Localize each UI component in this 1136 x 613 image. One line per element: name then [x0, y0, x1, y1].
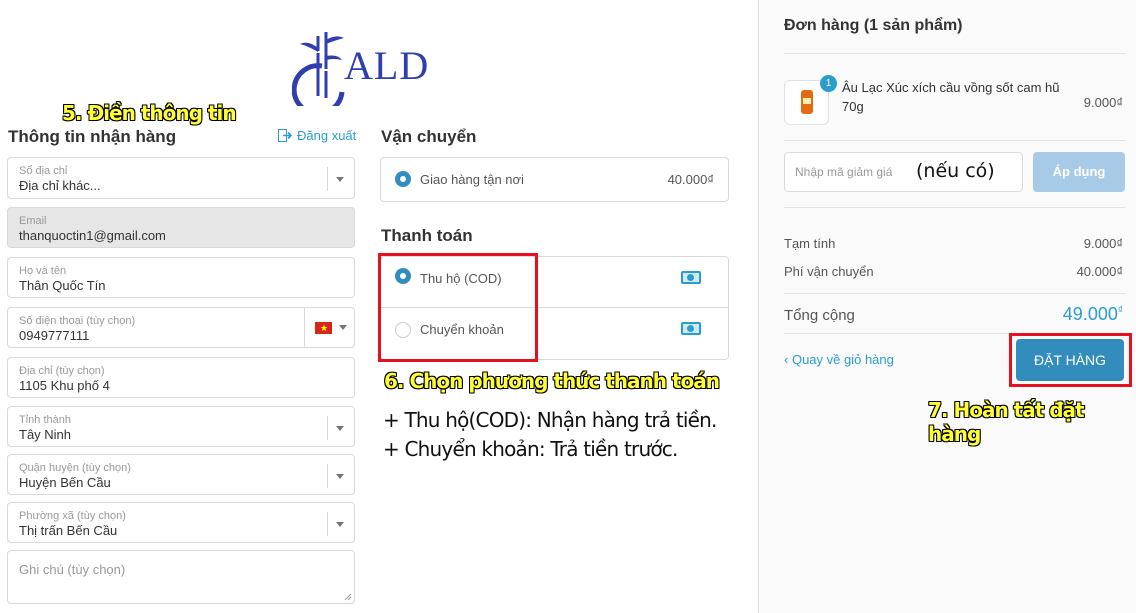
- ald-logo[interactable]: ALD: [291, 26, 442, 117]
- divider: [784, 53, 1125, 54]
- note-transfer: + Chuyển khoản: Trả tiền trước.: [383, 437, 678, 461]
- coupon-placeholder: Nhập mã giảm giá: [795, 165, 893, 179]
- back-to-cart-link[interactable]: ‹ Quay về giỏ hàng: [784, 352, 894, 367]
- phone-value: 0949777111: [19, 328, 90, 343]
- select-divider: [327, 416, 328, 440]
- coupon-input[interactable]: Nhập mã giảm giá (nếu có): [784, 152, 1023, 192]
- province-label: Tỉnh thành: [19, 414, 71, 426]
- shipping-radio[interactable]: [395, 171, 411, 187]
- cash-icon: [681, 322, 701, 335]
- address-input[interactable]: Địa chỉ (tùy chọn) 1105 Khu phố 4: [7, 357, 355, 398]
- note-cod: + Thu hộ(COD): Nhận hàng trả tiền.: [383, 408, 717, 432]
- cash-icon: [681, 271, 701, 284]
- district-select[interactable]: Quận huyện (tùy chọn) Huyện Bến Cầu: [7, 454, 355, 495]
- fullname-label: Họ và tên: [19, 265, 67, 277]
- annotation-step7: 7. Hoàn tất đặt hàng: [928, 398, 1085, 446]
- subtotal-label: Tạm tính: [784, 236, 836, 251]
- annotation-step5: 5. Điền thông tin: [62, 101, 237, 125]
- shipping-title: Vận chuyển: [381, 127, 477, 146]
- chevron-down-icon: [339, 325, 347, 330]
- shipping-option-label: Giao hàng tận nơi: [420, 172, 524, 187]
- ward-value: Thị trấn Bến Cầu: [19, 523, 118, 538]
- address-book-value: Địa chỉ khác...: [19, 178, 101, 193]
- address-book-select[interactable]: Sổ địa chỉ Địa chỉ khác...: [7, 157, 355, 199]
- district-label: Quận huyện (tùy chọn): [19, 462, 131, 474]
- bamboo-logo-icon: [291, 32, 345, 117]
- logo-text: ALD: [344, 43, 430, 88]
- ward-label: Phường xã (tùy chọn): [19, 510, 126, 522]
- payment-highlight-box: [378, 253, 538, 362]
- logout-link[interactable]: Đăng xuất: [278, 128, 356, 143]
- shipping-fee-label: Phí vận chuyển: [784, 264, 874, 279]
- total-label: Tổng cộng: [784, 307, 855, 324]
- back-to-cart-label: Quay về giỏ hàng: [791, 352, 894, 367]
- product-quantity-badge: 1: [820, 75, 837, 92]
- note-textarea[interactable]: Ghi chú (tùy chọn): [7, 550, 355, 604]
- place-order-highlight-box: [1009, 333, 1132, 387]
- fullname-input[interactable]: Họ và tên Thân Quốc Tín: [7, 257, 355, 298]
- address-value: 1105 Khu phố 4: [19, 378, 110, 393]
- product-name: Âu Lạc Xúc xích cầu vồng sốt cam hũ 70g: [842, 80, 1060, 114]
- address-label: Địa chỉ (tùy chọn): [19, 365, 105, 377]
- annotation-step6: 6. Chọn phương thức thanh toán: [384, 369, 720, 393]
- email-field: Email thanquoctin1@gmail.com: [7, 207, 355, 248]
- checkout-main: ALD 5. Điền thông tin Thông tin nhận hàn…: [0, 0, 758, 613]
- address-book-label: Sổ địa chỉ: [19, 165, 68, 177]
- chevron-left-icon: ‹: [784, 352, 789, 367]
- coupon-hint-annotation: (nếu có): [916, 160, 995, 182]
- logout-icon: [278, 129, 293, 142]
- email-label: Email: [19, 215, 47, 227]
- shipping-option-price: 40.000₫: [667, 172, 714, 187]
- total-amount: 49.000: [1062, 304, 1118, 324]
- select-divider: [327, 512, 328, 536]
- chevron-down-icon: [336, 522, 344, 527]
- total-currency: ₫: [1117, 305, 1123, 316]
- phone-label: Số điện thoại (tùy chọn): [19, 315, 136, 327]
- divider: [784, 140, 1125, 141]
- province-select[interactable]: Tỉnh thành Tây Ninh: [7, 406, 355, 447]
- province-value: Tây Ninh: [19, 427, 72, 442]
- product-price: 9.000₫: [1083, 95, 1123, 110]
- chevron-down-icon: [336, 426, 344, 431]
- phone-country-select[interactable]: ★: [304, 308, 354, 348]
- select-divider: [327, 167, 328, 191]
- payment-title: Thanh toán: [381, 226, 473, 245]
- order-summary-title: Đơn hàng (1 sản phẩm): [784, 17, 963, 34]
- fullname-value: Thân Quốc Tín: [19, 278, 106, 293]
- apply-coupon-button[interactable]: Áp dụng: [1033, 152, 1125, 192]
- chevron-down-icon: [336, 474, 344, 479]
- shipping-info-title: Thông tin nhận hàng: [8, 127, 177, 146]
- note-placeholder: Ghi chú (tùy chọn): [19, 562, 126, 577]
- product-jar-icon: [801, 90, 813, 114]
- chevron-down-icon: [336, 177, 344, 182]
- order-summary-sidebar: Đơn hàng (1 sản phẩm) 1 Âu Lạc Xúc xích …: [758, 0, 1136, 613]
- shipping-fee-value: 40.000₫: [1076, 264, 1123, 279]
- resize-handle-icon[interactable]: [344, 593, 352, 601]
- shipping-option-home-delivery[interactable]: Giao hàng tận nơi 40.000₫: [381, 158, 728, 201]
- email-value: thanquoctin1@gmail.com: [19, 228, 166, 243]
- divider: [784, 207, 1125, 208]
- phone-input[interactable]: Số điện thoại (tùy chọn) 0949777111 ★: [7, 307, 355, 348]
- logout-label: Đăng xuất: [297, 128, 357, 143]
- ward-select[interactable]: Phường xã (tùy chọn) Thị trấn Bến Cầu: [7, 502, 355, 543]
- select-divider: [327, 464, 328, 488]
- total-value: 49.000₫: [1063, 304, 1123, 325]
- district-value: Huyện Bến Cầu: [19, 475, 111, 490]
- vietnam-flag-icon: ★: [315, 322, 332, 334]
- divider: [784, 293, 1125, 294]
- shipping-method-box: Giao hàng tận nơi 40.000₫: [380, 157, 729, 202]
- subtotal-value: 9.000₫: [1083, 236, 1123, 251]
